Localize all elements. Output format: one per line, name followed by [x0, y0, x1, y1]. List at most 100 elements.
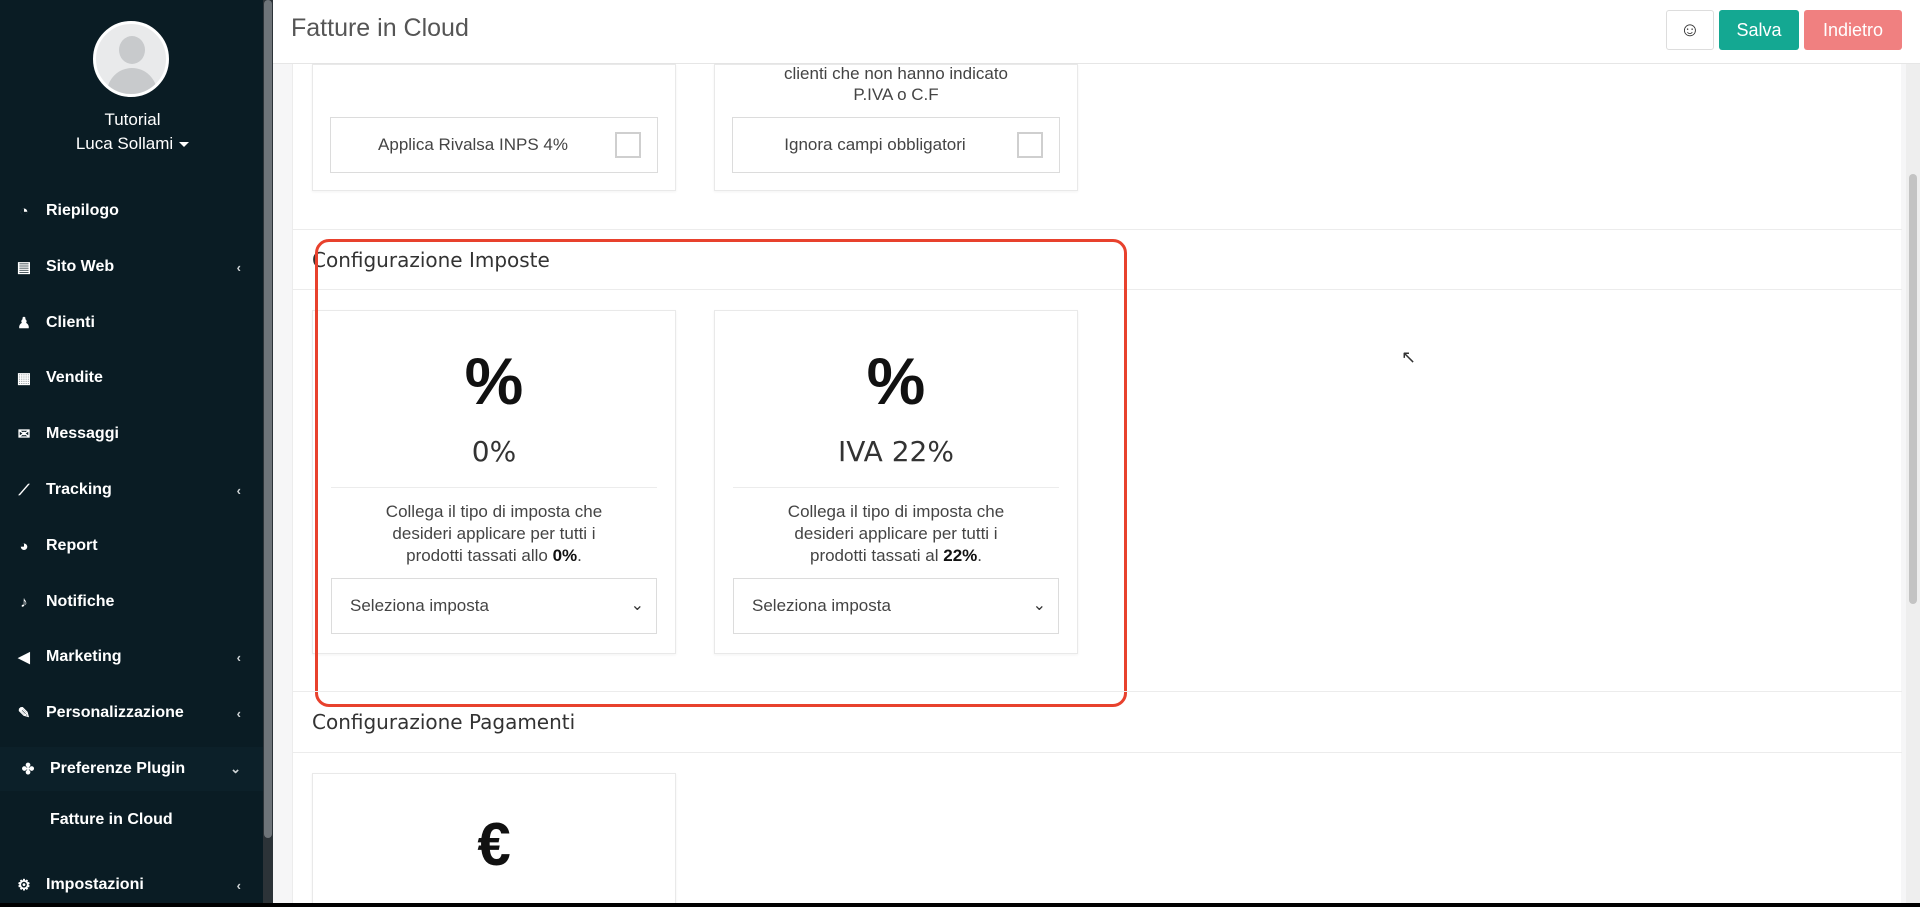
chart-line-icon: ⟋ [18, 481, 30, 499]
section-divider [293, 289, 1902, 290]
chevron-down-icon: ⌄ [630, 597, 644, 614]
cubes-icon: ✤ [21, 761, 35, 778]
imposte-section-title: Configurazione Imposte [312, 248, 550, 272]
sidebar-item-report[interactable]: ◕ Report [0, 524, 263, 568]
sidebar-item-messaggi[interactable]: ✉ Messaggi [0, 412, 263, 456]
desc-line: Collega il tipo di imposta che [787, 502, 1005, 521]
tax-description: Collega il tipo di imposta che desideri … [343, 501, 645, 567]
sidebar-item-label: Personalizzazione [46, 704, 184, 721]
sidebar-item-label: Marketing [46, 648, 122, 665]
card-divider [733, 487, 1059, 488]
sidebar-item-label: Tracking [46, 481, 112, 498]
back-button[interactable]: Indietro [1804, 10, 1902, 50]
calculator-icon: ▦ [16, 370, 32, 387]
tax-card-1: % IVA 22% Collega il tipo di imposta che… [714, 310, 1078, 654]
section-divider [293, 229, 1902, 230]
user-org: Tutorial [104, 110, 161, 129]
desc-line: desideri applicare per tutti i [794, 524, 998, 543]
megaphone-icon: ◀ [18, 649, 30, 666]
rivalsa-checkbox-row[interactable]: Applica Rivalsa INPS 4% [330, 117, 658, 173]
sidebar-item-label: Vendite [46, 369, 103, 386]
ignore-checkbox-row[interactable]: Ignora campi obbligatori [732, 117, 1060, 173]
emoji-button[interactable]: ☺ [1666, 10, 1714, 50]
card-divider [331, 487, 657, 488]
sidebar-item-label: Notifiche [46, 593, 115, 610]
avatar-body [107, 68, 157, 94]
desc-line: prodotti tassati allo [406, 546, 553, 565]
chevron-down-icon: ⌄ [1032, 597, 1046, 614]
euro-icon: € [477, 811, 511, 878]
main-scrollbar-thumb[interactable] [1909, 174, 1917, 604]
percent-icon: % [866, 344, 926, 418]
user-menu[interactable]: Luca Sollami [0, 134, 265, 154]
tax-card-0: % 0% Collega il tipo di imposta che desi… [312, 310, 676, 654]
sidebar-item-preferenze-plugin[interactable]: ✤ Preferenze Plugin ⌄ [0, 747, 263, 791]
main-area: Fatture in Cloud ☺ Salva Indietro Applic… [273, 0, 1920, 903]
sidebar: Tutorial Luca Sollami ◔ Riepilogo ▤ Sito W… [0, 0, 265, 903]
rivalsa-label: Applica Rivalsa INPS 4% [378, 135, 568, 154]
desc-punct: . [977, 546, 982, 565]
sidebar-item-tracking[interactable]: ⟋ Tracking ‹ [0, 468, 263, 512]
sidebar-item-riepilogo[interactable]: ◔ Riepilogo [0, 189, 263, 233]
ignore-note-line1: clienti che non hanno indicato [784, 64, 1008, 83]
sidebar-item-notifiche[interactable]: ♪ Notifiche [0, 580, 263, 624]
avatar-head [119, 36, 145, 64]
section-divider [293, 752, 1902, 753]
sidebar-item-sito-web[interactable]: ▤ Sito Web ‹ [0, 245, 263, 289]
desc-punct: . [577, 546, 582, 565]
sidebar-item-label: Sito Web [46, 258, 115, 275]
payment-card: € [312, 773, 676, 903]
chevron-left-icon: ‹ [236, 482, 241, 498]
sidebar-item-personalizzazione[interactable]: ✎ Personalizzazione ‹ [0, 691, 263, 735]
ignore-checkbox[interactable] [1017, 132, 1043, 158]
caret-down-icon [179, 142, 190, 148]
chevron-left-icon: ‹ [236, 705, 241, 721]
tax-select[interactable]: Seleziona imposta ⌄ [733, 578, 1059, 634]
person-icon: ♟ [17, 315, 31, 332]
desc-line: Collega il tipo di imposta che [385, 502, 603, 521]
file-icon: ▤ [16, 259, 32, 276]
sidebar-item-label: Report [46, 537, 98, 554]
tax-description: Collega il tipo di imposta che desideri … [745, 501, 1047, 567]
chevron-left-icon: ‹ [236, 259, 241, 275]
sidebar-item-label: Messaggi [46, 425, 119, 442]
pagamenti-section-title: Configurazione Pagamenti [312, 710, 576, 734]
percent-icon: % [464, 344, 524, 418]
sidebar-item-vendite[interactable]: ▦ Vendite [0, 356, 263, 400]
sidebar-subitem-fatture-in-cloud[interactable]: Fatture in Cloud [50, 811, 173, 829]
sidebar-scrollbar[interactable] [263, 0, 273, 903]
sidebar-item-marketing[interactable]: ◀ Marketing ‹ [0, 635, 263, 679]
ignore-label: Ignora campi obbligatori [784, 135, 966, 154]
save-button[interactable]: Salva [1719, 10, 1799, 50]
sidebar-item-label: Clienti [46, 314, 95, 331]
tax-value: IVA 22% [838, 435, 954, 468]
tax-select[interactable]: Seleziona imposta ⌄ [331, 578, 657, 634]
desc-bold: 0% [552, 546, 578, 565]
avatar[interactable] [93, 21, 169, 97]
envelope-icon: ✉ [17, 426, 31, 443]
chevron-left-icon: ‹ [236, 877, 241, 893]
sidebar-scrollbar-thumb[interactable] [264, 0, 272, 838]
main-scrollbar[interactable] [1906, 64, 1920, 903]
top-bar: Fatture in Cloud ☺ Salva Indietro [273, 0, 1920, 64]
user-name: Luca Sollami [75, 134, 174, 153]
tax-select-value: Seleziona imposta [350, 596, 489, 615]
chevron-left-icon: ‹ [236, 649, 241, 665]
rivalsa-card: Applica Rivalsa INPS 4% [312, 64, 676, 191]
mouse-cursor-icon: ↖ [1401, 347, 1417, 368]
rivalsa-checkbox[interactable] [615, 132, 641, 158]
bell-icon: ♪ [20, 593, 28, 611]
sidebar-item-label: Riepilogo [46, 202, 119, 219]
desc-line: desideri applicare per tutti i [392, 524, 596, 543]
chevron-down-icon: ⌄ [230, 761, 241, 776]
sidebar-item-impostazioni[interactable]: ⚙ Impostazioni ‹ [0, 863, 263, 907]
sidebar-item-label: Preferenze Plugin [50, 760, 186, 777]
content-panel: Applica Rivalsa INPS 4% clienti che non … [292, 64, 1902, 903]
sidebar-item-clienti[interactable]: ♟ Clienti [0, 301, 263, 345]
section-divider [293, 691, 1902, 692]
desc-line: prodotti tassati al [809, 546, 944, 565]
tax-select-value: Seleziona imposta [752, 596, 891, 615]
pie-chart-icon: ◕ [19, 537, 29, 555]
page-title: Fatture in Cloud [291, 14, 469, 42]
ignore-fields-card: clienti che non hanno indicato P.IVA o C… [714, 64, 1078, 191]
